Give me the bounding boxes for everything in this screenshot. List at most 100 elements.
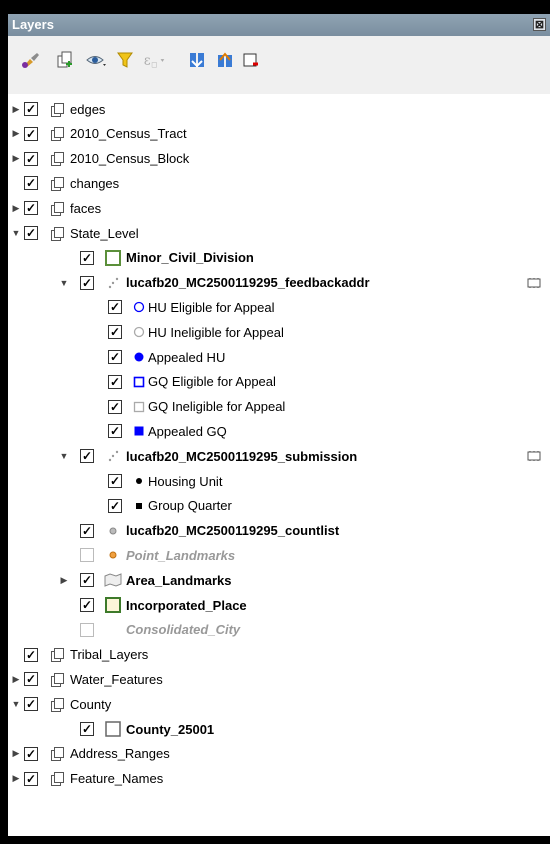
layer-tree: ▶ ✓ edges ▶ ✓ 2010_Census_Tract ▶ ✓ 2010_Census_… — [8, 94, 550, 836]
visibility-checkbox[interactable]: ✓ — [24, 771, 38, 786]
layer-label: GQ Ineligible for Appeal — [148, 399, 286, 415]
legend-item[interactable]: ✓ HU Eligible for Appeal — [8, 295, 548, 319]
layer-row[interactable]: ▼ ✓ lucafb20_MC2500119295_feedbackaddr — [8, 271, 548, 295]
circle-filled-icon — [130, 345, 148, 369]
expand-all-button[interactable] — [184, 46, 210, 74]
expand-arrow-open-icon[interactable]: ▼ — [10, 221, 22, 245]
layers-toolbar: ε □ — [8, 36, 550, 95]
collapse-all-button[interactable] — [212, 46, 238, 74]
layer-label: lucafb20_MC2500119295_countlist — [126, 523, 340, 539]
visibility-checkbox[interactable]: ✓ — [80, 573, 94, 588]
legend-item[interactable]: ✓ Group Quarter — [8, 494, 548, 518]
expand-arrow-open-icon[interactable]: ▼ — [10, 692, 22, 716]
close-panel-button[interactable]: ⊠ — [533, 18, 546, 31]
visibility-checkbox[interactable]: ✓ — [24, 697, 38, 712]
editing-mode-icon[interactable] — [526, 450, 542, 462]
visibility-checkbox[interactable]: ✓ — [108, 325, 122, 340]
editing-mode-icon[interactable] — [526, 277, 542, 289]
layer-row[interactable]: ▶ ✓ edges — [8, 97, 548, 121]
layer-label: GQ Eligible for Appeal — [148, 374, 276, 390]
layer-group-icon — [48, 221, 66, 245]
layer-row[interactable]: ✓ Incorporated_Place — [8, 593, 548, 617]
visibility-checkbox[interactable]: ✓ — [24, 672, 38, 687]
visibility-checkbox[interactable]: ✓ — [80, 598, 94, 612]
legend-item[interactable]: ✓ HU Ineligible for Appeal — [8, 320, 548, 344]
expand-arrow-closed-icon[interactable]: ▶ — [10, 147, 22, 171]
expand-arrow-closed-icon[interactable]: ▶ — [10, 196, 22, 220]
visibility-checkbox[interactable]: ✓ — [80, 275, 94, 290]
remove-layer-button[interactable] — [238, 46, 264, 74]
point-layer-icon — [104, 271, 122, 295]
layer-row[interactable]: ▼ ✓ State_Level — [8, 221, 548, 245]
visibility-checkbox[interactable]: ✓ — [108, 399, 122, 414]
legend-item[interactable]: ✓ GQ Eligible for Appeal — [8, 370, 548, 394]
visibility-checkbox[interactable]: ✓ — [24, 151, 38, 166]
visibility-checkbox[interactable] — [80, 548, 94, 563]
visibility-checkbox[interactable]: ✓ — [108, 350, 122, 364]
layer-row[interactable]: ▶ ✓ 2010_Census_Tract — [8, 122, 548, 146]
expand-arrow-closed-icon[interactable]: ▶ — [58, 568, 70, 592]
legend-item[interactable]: ✓ GQ Ineligible for Appeal — [8, 395, 548, 419]
layer-label: County — [70, 696, 112, 712]
eye-icon — [86, 56, 106, 66]
visibility-checkbox[interactable]: ✓ — [24, 201, 38, 216]
layer-row[interactable]: ▶ ✓ Feature_Names — [8, 767, 548, 791]
visibility-checkbox[interactable]: ✓ — [80, 449, 94, 464]
style-manager-button[interactable] — [18, 46, 44, 74]
layer-label: HU Eligible for Appeal — [148, 299, 275, 315]
layer-row[interactable]: ▼ ✓ County — [8, 692, 548, 716]
filter-legend-button[interactable] — [112, 46, 138, 74]
visibility-checkbox[interactable]: ✓ — [108, 474, 122, 488]
expand-arrow-closed-icon[interactable]: ▶ — [10, 122, 22, 146]
legend-item[interactable]: ✓ Appealed GQ — [8, 419, 548, 443]
layer-row[interactable]: ✓ changes — [8, 171, 548, 195]
expand-arrow-closed-icon[interactable]: ▶ — [10, 767, 22, 791]
expand-arrow-closed-icon[interactable]: ▶ — [10, 97, 22, 121]
layer-row[interactable]: ▶ ✓ faces — [8, 196, 548, 220]
polygon-layer-icon — [104, 568, 122, 592]
visibility-checkbox[interactable]: ✓ — [108, 300, 122, 315]
visibility-checkbox[interactable]: ✓ — [24, 647, 38, 662]
expand-arrow-open-icon[interactable]: ▼ — [58, 271, 70, 295]
visibility-checkbox[interactable]: ✓ — [80, 250, 94, 265]
legend-item[interactable]: ✓ Appealed HU — [8, 345, 548, 369]
visibility-checkbox[interactable]: ✓ — [24, 126, 38, 141]
layer-label: Point_Landmarks — [126, 547, 236, 563]
expand-arrow-open-icon[interactable]: ▼ — [58, 444, 70, 468]
layer-row[interactable]: ▼ ✓ lucafb20_MC2500119295_submission — [8, 444, 548, 468]
visibility-checkbox[interactable]: ✓ — [80, 722, 94, 736]
visibility-checkbox[interactable]: ✓ — [108, 498, 122, 513]
panel-title-text: Layers — [12, 17, 54, 32]
expand-arrow-closed-icon[interactable]: ▶ — [10, 742, 22, 766]
layer-label: lucafb20_MC2500119295_feedbackaddr — [126, 275, 370, 291]
visibility-checkbox[interactable]: ✓ — [24, 226, 38, 240]
layer-group-icon — [48, 643, 66, 667]
visibility-checkbox[interactable]: ✓ — [80, 523, 94, 538]
square-outline-icon — [130, 395, 148, 419]
visibility-checkbox[interactable]: ✓ — [108, 424, 122, 439]
layer-row[interactable]: ▶ ✓ Address_Ranges — [8, 742, 548, 766]
visibility-checkbox[interactable]: ✓ — [24, 746, 38, 761]
layer-label: County_25001 — [126, 721, 215, 737]
add-group-button[interactable] — [52, 46, 78, 74]
visibility-checkbox[interactable]: ✓ — [108, 374, 122, 389]
visibility-checkbox[interactable] — [80, 622, 94, 637]
layer-row[interactable]: Point_Landmarks — [8, 543, 548, 567]
manage-visibility-button[interactable] — [84, 46, 110, 74]
layer-row[interactable]: ✓ Tribal_Layers — [8, 643, 548, 667]
visibility-checkbox[interactable]: ✓ — [24, 102, 38, 116]
layer-label: changes — [70, 175, 120, 191]
layer-row[interactable]: Consolidated_City — [8, 618, 548, 642]
layer-row[interactable]: ✓ Minor_Civil_Division — [8, 246, 548, 270]
layer-row[interactable]: ▶ ✓ 2010_Census_Block — [8, 147, 548, 171]
layer-row[interactable]: ✓ County_25001 — [8, 717, 548, 741]
filter-expression-button[interactable]: ε □ — [142, 46, 168, 74]
legend-item[interactable]: ✓ Housing Unit — [8, 469, 548, 493]
layer-row[interactable]: ✓ lucafb20_MC2500119295_countlist — [8, 519, 548, 543]
layer-row[interactable]: ▶ ✓ Area_Landmarks — [8, 568, 548, 592]
layer-row[interactable]: ▶ ✓ Water_Features — [8, 667, 548, 691]
visibility-checkbox[interactable]: ✓ — [24, 176, 38, 191]
expand-arrow-closed-icon[interactable]: ▶ — [10, 667, 22, 691]
layer-label: Area_Landmarks — [126, 572, 232, 588]
circle-filled-icon — [130, 469, 148, 493]
